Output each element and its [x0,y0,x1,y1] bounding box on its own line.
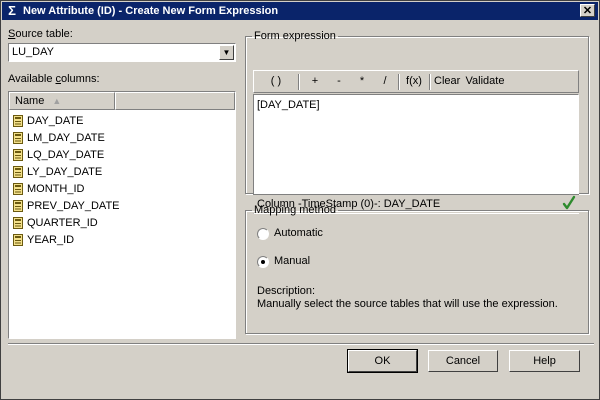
sigma-icon: Σ [8,3,16,18]
description-label: Description: [257,285,316,297]
radio-selected-dot [261,260,265,264]
source-table-value: LU_DAY [12,46,54,58]
column-icon [13,234,23,247]
dialog-window: Σ New Attribute (ID) - Create New Form E… [0,0,600,400]
list-item-label: PREV_DAY_DATE [27,200,120,212]
expression-text: [DAY_DATE] [257,99,320,111]
column-header-name[interactable]: Name ▲ [9,92,115,110]
list-item-label: LQ_DAY_DATE [27,149,105,161]
column-icon [13,149,23,162]
source-table-label: Source table: [8,28,73,40]
close-button[interactable]: ✕ [580,4,595,17]
description-text: Manually select the source tables that w… [257,298,558,310]
function-button[interactable]: f(x) [403,74,425,89]
column-icon [13,115,23,128]
clear-button[interactable]: Clear [434,74,460,89]
column-icon [13,183,23,196]
list-item-label: MONTH_ID [27,183,85,195]
multiply-button[interactable]: * [355,74,369,89]
validate-button[interactable]: Validate [464,74,506,89]
source-table-select[interactable]: LU_DAY ▼ [8,43,236,62]
list-item[interactable]: MONTH_ID [9,181,235,198]
mapping-method-group: Mapping method [245,204,589,334]
available-columns-label: Available columns: [8,73,100,85]
list-item[interactable]: YEAR_ID [9,232,235,249]
column-rows: DAY_DATE LM_DAY_DATE LQ_DAY_DATE LY_DAY_DAT… [9,113,235,249]
minus-button[interactable]: - [332,74,346,89]
dialog-divider [8,343,594,345]
list-item-label: YEAR_ID [27,234,75,246]
list-item-label: LM_DAY_DATE [27,132,105,144]
ok-button[interactable]: OK [347,349,418,373]
dropdown-arrow-icon[interactable]: ▼ [219,45,234,60]
column-icon [13,132,23,145]
column-header-empty[interactable] [115,92,235,110]
list-item-label: DAY_DATE [27,115,84,127]
list-item[interactable]: DAY_DATE [9,113,235,130]
manual-label[interactable]: Manual [274,255,310,267]
list-item[interactable]: LY_DAY_DATE [9,164,235,181]
list-item[interactable]: PREV_DAY_DATE [9,198,235,215]
window-title: New Attribute (ID) - Create New Form Exp… [23,5,279,17]
plus-button[interactable]: + [308,74,322,89]
available-columns-list[interactable]: Name ▲ DAY_DATE LM_DAY_DATE LQ_DAY_DATE LY_D… [8,91,236,339]
list-item[interactable]: QUARTER_ID [9,215,235,232]
help-button[interactable]: Help [509,350,580,372]
title-bar[interactable]: Σ New Attribute (ID) - Create New Form E… [2,2,598,20]
cancel-button[interactable]: Cancel [428,350,498,372]
sort-ascending-icon: ▲ [52,96,62,106]
divide-button[interactable]: / [378,74,392,89]
automatic-radio[interactable] [257,228,269,240]
mapping-method-legend: Mapping method [254,204,336,216]
list-item[interactable]: LQ_DAY_DATE [9,147,235,164]
list-item[interactable]: LM_DAY_DATE [9,130,235,147]
list-header: Name ▲ [9,92,235,110]
column-icon [13,200,23,213]
list-item-label: LY_DAY_DATE [27,166,103,178]
automatic-label[interactable]: Automatic [274,227,323,239]
parentheses-button[interactable]: ( ) [266,74,286,89]
column-icon [13,166,23,179]
list-item-label: QUARTER_ID [27,217,98,229]
manual-radio[interactable] [257,256,269,268]
expression-toolbar: ( ) + - * / f(x) Clear Validate [253,70,579,93]
column-icon [13,217,23,230]
